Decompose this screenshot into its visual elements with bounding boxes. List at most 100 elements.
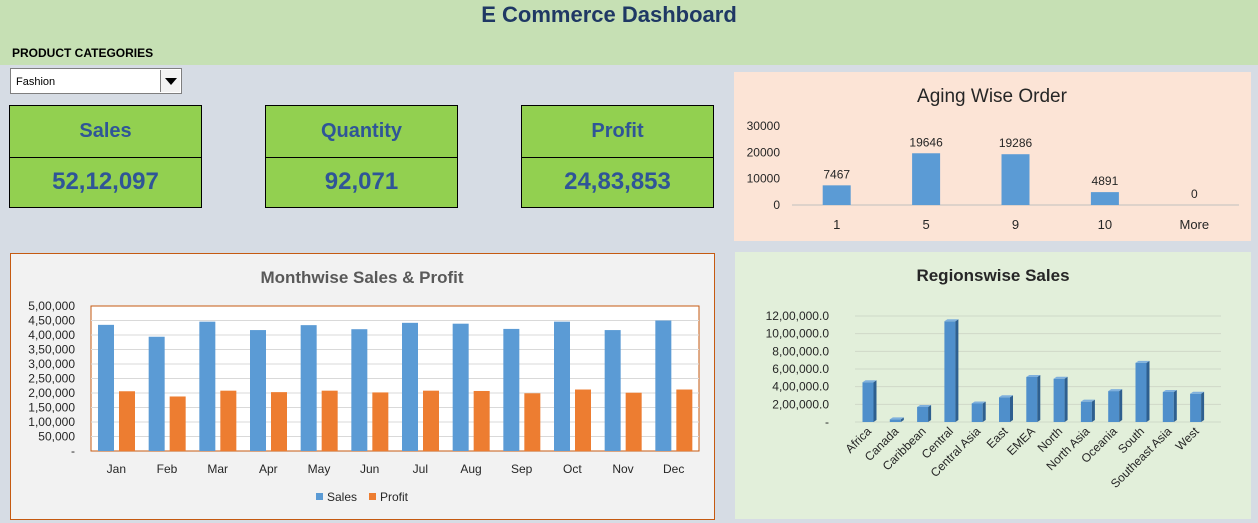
sales-bar [604,330,621,451]
bar-side [1201,391,1205,422]
y-tick-label: 3,50,000 [28,343,75,357]
bar-side [1091,399,1095,422]
regionwise-chart-svg: Regionswise Sales - 2,00,000.0 4,00,000.0 6,… [766,266,1221,491]
bar [1001,154,1030,205]
y-tick-label: 4,00,000 [28,328,75,342]
y-tick-label: - [71,444,75,458]
bar-front [1026,376,1038,422]
data-label: 7467 [823,167,850,181]
x-tick-label: Jun [360,462,379,476]
kpi-label: Profit [522,106,713,158]
profit-bar [423,390,439,451]
x-tick-label: Apr [259,462,278,476]
legend-swatch-sales [316,493,323,500]
bar-side [982,401,986,422]
sales-bar [554,321,570,451]
dropdown-button[interactable] [160,70,180,92]
kpi-card-profit: Profit 24,83,853 [521,105,714,208]
y-tick-label: 2,00,000 [28,386,75,400]
y-tick-label: 2,50,000 [28,372,75,386]
bar-front [917,406,929,422]
chart-title: Monthwise Sales & Profit [260,268,463,287]
profit-bar [625,392,642,451]
profit-bar [271,392,287,451]
dashboard-title: E Commerce Dashboard [481,2,737,27]
kpi-card-sales: Sales 52,12,097 [9,105,202,208]
y-tick-label: 5,00,000 [28,299,75,313]
y-tick-label: 12,00,000.0 [766,309,830,323]
y-tick-label: 10000 [747,172,781,186]
bar [912,153,941,205]
profit-bar [575,389,591,451]
aging-chart-svg: Aging Wise Order 0 10000 20000 30000 7467 1 196… [747,86,1239,232]
legend-swatch-profit [369,493,376,500]
x-tick-label: Mar [207,462,228,476]
sales-bar [351,329,368,451]
kpi-label: Quantity [266,106,457,158]
bar-front [1135,362,1147,422]
y-tick-label: 1,00,000 [28,415,75,429]
profit-bar [119,391,135,451]
bar-side [1173,389,1177,422]
data-label: 4891 [1092,174,1119,188]
bar-front [1080,401,1092,422]
sales-bar [503,328,520,451]
monthwise-chart-svg: Monthwise Sales & Profit -50,0001,00,0001… [28,268,700,504]
y-tick-label: 1,50,000 [28,401,75,415]
profit-bar [676,389,693,451]
legend-label-sales: Sales [327,490,357,504]
bar-front [862,382,874,422]
x-tick-label: Dec [663,462,684,476]
aging-wise-order-chart: Aging Wise Order 0 10000 20000 30000 7467 1 196… [734,72,1251,241]
y-tick-label: - [825,415,829,429]
sales-bar [250,330,266,451]
x-tick-label: Jan [107,462,126,476]
profit-bar [321,390,338,451]
kpi-value: 52,12,097 [52,168,159,195]
x-tick-label: West [1173,424,1203,454]
bar-front [1162,391,1174,422]
x-tick-label: 1 [833,217,840,232]
bar-side [1010,395,1013,422]
y-tick-label: 0 [773,198,780,212]
sales-bar [199,321,216,451]
data-label: 19646 [909,135,943,149]
product-category-dropdown[interactable]: Fashion [10,68,182,94]
bar-front [971,403,983,422]
chevron-down-icon [165,78,177,85]
chart-title: Aging Wise Order [917,86,1068,107]
bar-front [944,321,956,422]
y-tick-label: 3,00,000 [28,357,75,371]
profit-bar [372,392,389,451]
bar [1090,192,1119,205]
y-tick-label: 6,00,000.0 [772,362,829,376]
sales-bar [300,325,317,451]
x-tick-label: Oct [563,462,582,476]
kpi-card-quantity: Quantity 92,071 [265,105,458,208]
y-tick-label: 2,00,000.0 [772,397,829,411]
x-tick-label: More [1179,217,1209,232]
y-tick-label: 8,00,000.0 [772,344,829,358]
x-tick-label: Aug [460,462,481,476]
sales-bar [402,322,418,451]
sales-bar [98,324,114,451]
bar-front [1053,378,1065,422]
bar-front [1190,393,1202,422]
kpi-value: 24,83,853 [564,168,671,195]
sales-bar [452,323,469,451]
chart-title: Regionswise Sales [916,266,1069,285]
x-tick-label: Feb [157,462,178,476]
legend-label-profit: Profit [380,490,409,504]
x-tick-label: 9 [1012,217,1019,232]
x-tick-label: 5 [922,217,929,232]
sales-bar [655,320,672,451]
bar-side [1064,376,1068,422]
x-tick-label: Nov [612,462,633,476]
bar [822,185,851,205]
product-categories-label: PRODUCT CATEGORIES [12,46,154,60]
x-tick-label: EMEA [1004,424,1038,458]
profit-bar [524,393,541,451]
bar-side [1119,389,1123,422]
kpi-label: Sales [10,106,201,158]
y-tick-label: 20000 [747,145,781,159]
